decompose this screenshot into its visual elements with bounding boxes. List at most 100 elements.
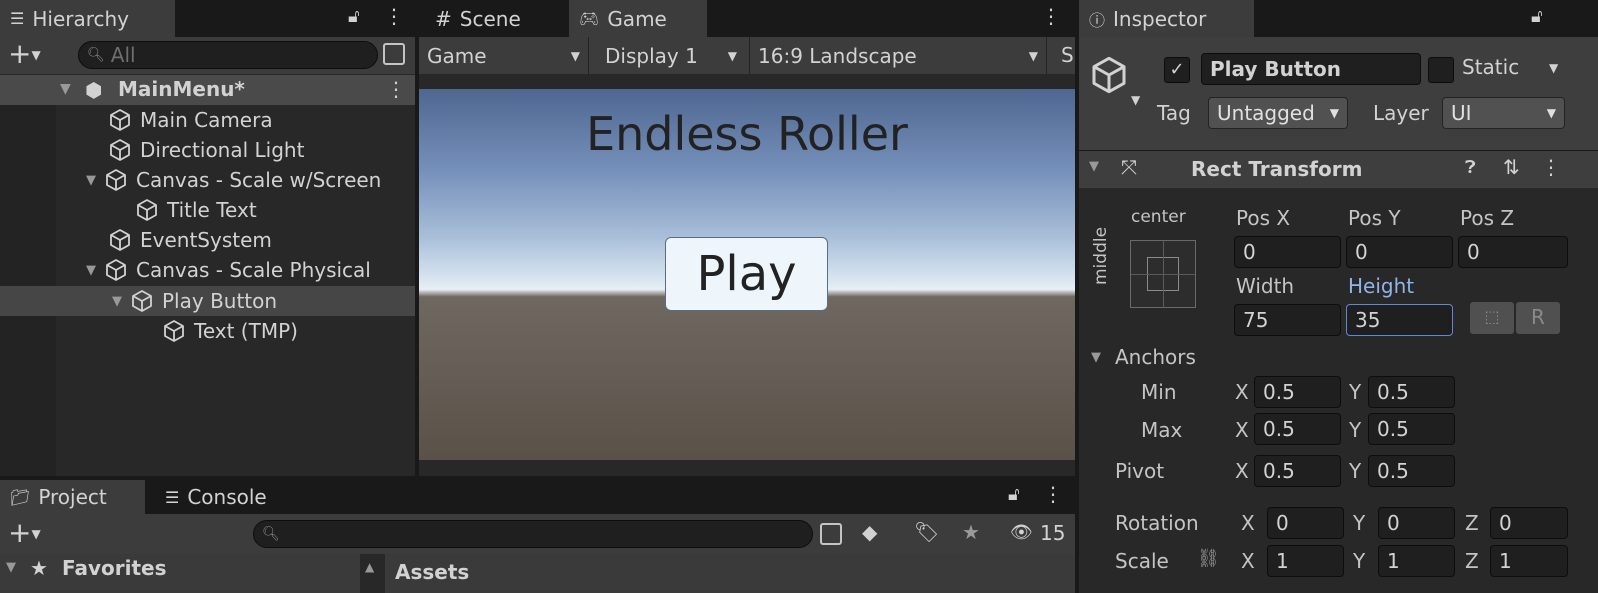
component-more-icon[interactable]: ⋮ bbox=[1541, 155, 1561, 179]
pivot-label: Pivot bbox=[1115, 459, 1165, 483]
game-title-text: Endless Roller bbox=[586, 107, 908, 161]
scene-more-icon[interactable]: ⋮ bbox=[386, 77, 406, 101]
gameobject-large-icon[interactable] bbox=[1089, 55, 1129, 95]
hierarchy-search-input[interactable]: 🔍︎ All bbox=[78, 41, 378, 69]
console-icon: ☰ bbox=[165, 487, 180, 507]
hierarchy-item-canvas-scale-physical[interactable]: ▼ Canvas - Scale Physical bbox=[86, 255, 371, 285]
expand-arrow-icon[interactable]: ▼ bbox=[86, 173, 96, 188]
scale-slider-label: S bbox=[1061, 43, 1074, 67]
preset-icon[interactable]: ⇅ bbox=[1503, 155, 1520, 179]
more-options-icon[interactable]: ⋮ bbox=[1041, 4, 1061, 28]
gameobject-icon bbox=[108, 228, 132, 252]
favorites-header[interactable]: ▼ ★ Favorites bbox=[0, 554, 360, 593]
project-search-input[interactable]: 🔍︎ bbox=[253, 520, 813, 548]
tab-inspector[interactable]: ⓘ Inspector bbox=[1079, 0, 1254, 37]
lock-icon[interactable]: 🔓︎ bbox=[348, 6, 360, 27]
pos-y-field[interactable]: 0 bbox=[1346, 236, 1453, 268]
pivot-y-field[interactable]: 0.5 bbox=[1368, 455, 1455, 487]
tab-hierarchy[interactable]: ☰ Hierarchy bbox=[0, 0, 175, 37]
static-dropdown-icon[interactable]: ▼ bbox=[1549, 61, 1558, 75]
hierarchy-panel: ☰ Hierarchy 🔓︎ ⋮ +▼ 🔍︎ All ▼ ⬢ MainMenu*… bbox=[0, 0, 415, 476]
info-icon: ⓘ bbox=[1089, 10, 1106, 30]
anchor-max-x-field[interactable]: 0.5 bbox=[1254, 413, 1341, 445]
blueprint-mode-button[interactable]: ⬚ bbox=[1470, 302, 1514, 334]
add-button[interactable]: +▼ bbox=[8, 39, 41, 70]
scene-hash-icon: # bbox=[435, 6, 452, 31]
more-options-icon[interactable]: ⋮ bbox=[384, 4, 404, 28]
hierarchy-item-canvas-scale-screen[interactable]: ▼ Canvas - Scale w/Screen bbox=[86, 165, 381, 195]
aspect-dropdown[interactable]: 16:9 Landscape ▼ bbox=[749, 37, 1047, 74]
anchor-min-x-field[interactable]: 0.5 bbox=[1254, 376, 1341, 408]
rotation-z-field[interactable]: 0 bbox=[1490, 507, 1568, 539]
anchor-min-y-field[interactable]: 0.5 bbox=[1368, 376, 1455, 408]
search-icon: 🔍︎ bbox=[262, 526, 280, 542]
project-panel: 📁︎ Project ☰ Console 🔓︎ ⋮ +▼ 🔍︎ ◆ 🏷︎ ★ 👁… bbox=[0, 480, 1075, 593]
folder-icon: 📁︎ bbox=[10, 487, 31, 507]
static-checkbox[interactable] bbox=[1428, 57, 1454, 83]
search-mode-icon[interactable] bbox=[820, 523, 842, 545]
filter-by-label-icon[interactable]: 🏷︎ bbox=[914, 520, 939, 544]
search-mode-icon[interactable] bbox=[383, 43, 405, 65]
help-icon[interactable]: ❓︎ bbox=[1465, 157, 1476, 178]
tab-game[interactable]: 🎮︎ Game bbox=[569, 0, 707, 37]
expand-arrow-icon[interactable]: ▼ bbox=[60, 81, 71, 97]
rotation-x-field[interactable]: 0 bbox=[1267, 507, 1344, 539]
tab-console[interactable]: ☰ Console bbox=[155, 480, 305, 514]
tab-scene[interactable]: # Scene bbox=[425, 0, 565, 37]
gameobject-icon bbox=[162, 319, 186, 343]
anchor-vertical-label: middle bbox=[1091, 226, 1111, 285]
gameobject-icon bbox=[104, 258, 128, 282]
play-button-label: Play bbox=[696, 246, 797, 302]
hierarchy-item-title-text[interactable]: Title Text bbox=[135, 195, 257, 225]
raw-edit-button[interactable]: R bbox=[1516, 302, 1560, 334]
pivot-x-field[interactable]: 0.5 bbox=[1254, 455, 1341, 487]
hierarchy-item-play-button[interactable]: ▼ Play Button bbox=[112, 286, 277, 316]
constrain-proportions-icon[interactable]: ⛓︎ bbox=[1197, 548, 1220, 569]
rotation-y-field[interactable]: 0 bbox=[1378, 507, 1455, 539]
hierarchy-item-text-tmp[interactable]: Text (TMP) bbox=[162, 316, 298, 346]
lock-icon[interactable]: 🔓︎ bbox=[1008, 484, 1020, 505]
expand-arrow-icon[interactable]: ▼ bbox=[86, 263, 96, 278]
tab-project[interactable]: 📁︎ Project bbox=[0, 480, 145, 514]
active-checkbox[interactable]: ✓ bbox=[1164, 57, 1190, 83]
anchor-presets-button[interactable] bbox=[1130, 240, 1196, 308]
lock-icon[interactable]: 🔓︎ bbox=[1531, 6, 1543, 27]
hidden-packages-icon[interactable]: 👁︎ bbox=[1010, 522, 1033, 543]
height-field[interactable]: 35 bbox=[1346, 304, 1453, 336]
scroll-up-icon[interactable]: ▲ bbox=[365, 560, 374, 574]
display-dropdown[interactable]: Display 1 ▼ bbox=[595, 37, 747, 74]
object-name-input[interactable]: Play Button bbox=[1201, 53, 1421, 85]
expand-arrow-icon[interactable]: ▼ bbox=[1089, 159, 1099, 174]
anchor-max-y-field[interactable]: 0.5 bbox=[1368, 413, 1455, 445]
scale-label: Scale bbox=[1115, 549, 1169, 573]
hierarchy-item-main-camera[interactable]: Main Camera bbox=[108, 105, 273, 135]
hierarchy-item-directional-light[interactable]: Directional Light bbox=[108, 135, 304, 165]
scale-x-field[interactable]: 1 bbox=[1267, 545, 1344, 577]
search-icon: 🔍︎ bbox=[87, 47, 105, 63]
chevron-down-icon: ▼ bbox=[727, 48, 737, 63]
width-field[interactable]: 75 bbox=[1234, 304, 1341, 336]
gameobject-icon bbox=[108, 108, 132, 132]
scale-z-field[interactable]: 1 bbox=[1490, 545, 1568, 577]
scene-row[interactable]: ▼ ⬢ MainMenu* ⋮ bbox=[0, 75, 415, 105]
filter-by-type-icon[interactable]: ◆ bbox=[862, 520, 877, 544]
component-title: Rect Transform bbox=[1191, 157, 1363, 181]
scene-name: MainMenu* bbox=[118, 77, 245, 101]
more-options-icon[interactable]: ⋮ bbox=[1043, 482, 1063, 506]
scale-y-field[interactable]: 1 bbox=[1378, 545, 1455, 577]
expand-arrow-icon[interactable]: ▼ bbox=[6, 560, 16, 575]
pos-z-field[interactable]: 0 bbox=[1458, 236, 1568, 268]
layer-dropdown[interactable]: UI ▼ bbox=[1442, 97, 1565, 129]
rect-transform-icon: ⤧ bbox=[1121, 155, 1137, 179]
rotation-label: Rotation bbox=[1115, 511, 1199, 535]
favorites-star-icon[interactable]: ★ bbox=[962, 520, 980, 544]
rect-transform-header[interactable]: ▼ ⤧ Rect Transform ❓︎ ⇅ ⋮ bbox=[1079, 150, 1598, 188]
tag-dropdown[interactable]: Untagged ▼ bbox=[1208, 97, 1348, 129]
hierarchy-item-eventsystem[interactable]: EventSystem bbox=[108, 225, 272, 255]
expand-arrow-icon[interactable]: ▼ bbox=[112, 294, 122, 309]
play-button[interactable]: Play bbox=[665, 237, 828, 311]
create-button[interactable]: +▼ bbox=[8, 518, 41, 549]
expand-arrow-icon[interactable]: ▼ bbox=[1091, 350, 1101, 365]
pos-x-field[interactable]: 0 bbox=[1234, 236, 1341, 268]
game-mode-dropdown[interactable]: Game ▼ bbox=[419, 37, 589, 74]
